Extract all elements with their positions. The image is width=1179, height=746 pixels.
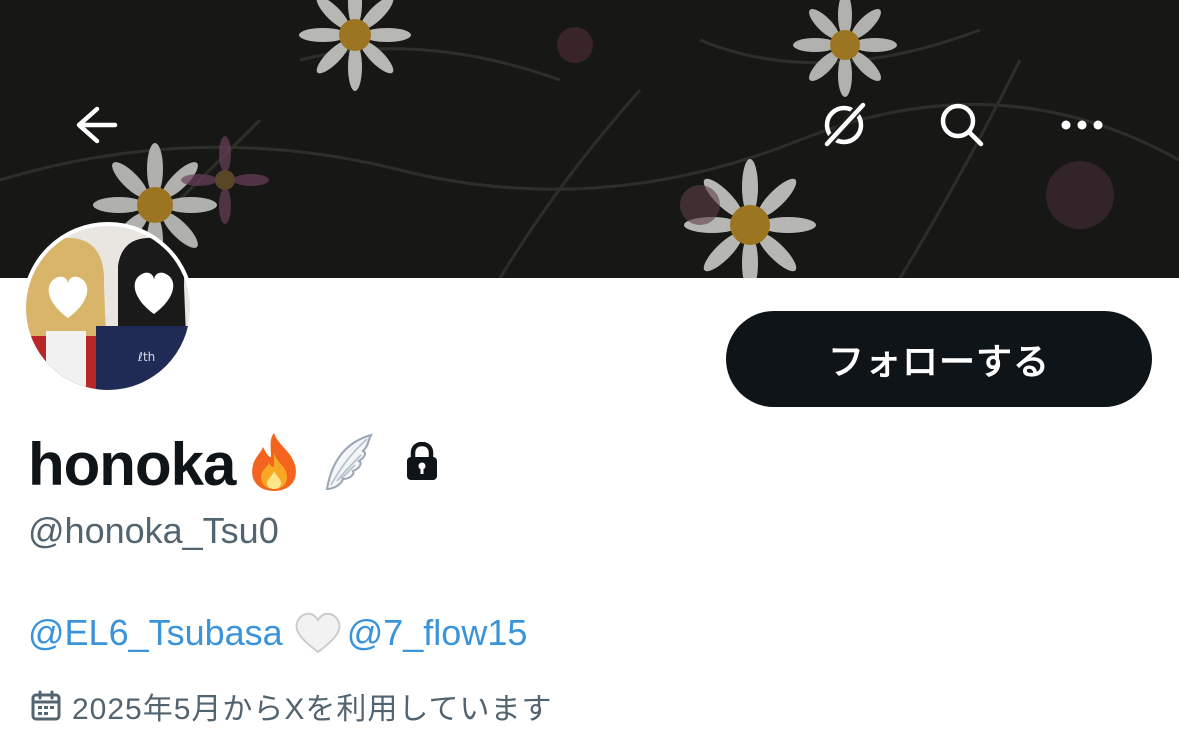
white-heart-icon [295, 612, 341, 654]
joined-date: 2025年5月からXを利用しています [30, 683, 553, 729]
profile-handle: @honoka_Tsu0 [28, 510, 279, 551]
follow-button[interactable]: フォローする [726, 311, 1152, 407]
wing-emoji-icon [321, 431, 375, 498]
avatar-image: ℓth [26, 226, 190, 390]
profile-bio: @EL6_Tsubasa @7_flow15 [28, 608, 527, 658]
bio-mention-link[interactable]: @7_flow15 [347, 612, 528, 654]
joined-text: 2025年5月からXを利用しています [72, 693, 553, 726]
calendar-icon [30, 690, 62, 722]
more-button[interactable] [1046, 91, 1118, 163]
lock-icon [405, 441, 439, 487]
search-icon [938, 101, 986, 154]
grok-icon [819, 100, 869, 155]
display-name: honoka [28, 430, 236, 498]
bio-mention-link[interactable]: @EL6_Tsubasa [28, 612, 283, 654]
search-button[interactable] [926, 91, 998, 163]
shirt-print: ℓth [137, 350, 155, 364]
follow-label: フォローする [827, 341, 1050, 382]
fire-emoji-icon [245, 431, 303, 498]
avatar[interactable]: ℓth [22, 222, 194, 394]
arrow-left-icon [75, 105, 119, 150]
more-horizontal-icon [1060, 118, 1104, 136]
grok-button[interactable] [808, 91, 880, 163]
profile-name-row: honoka [28, 424, 439, 504]
back-button[interactable] [61, 91, 133, 163]
